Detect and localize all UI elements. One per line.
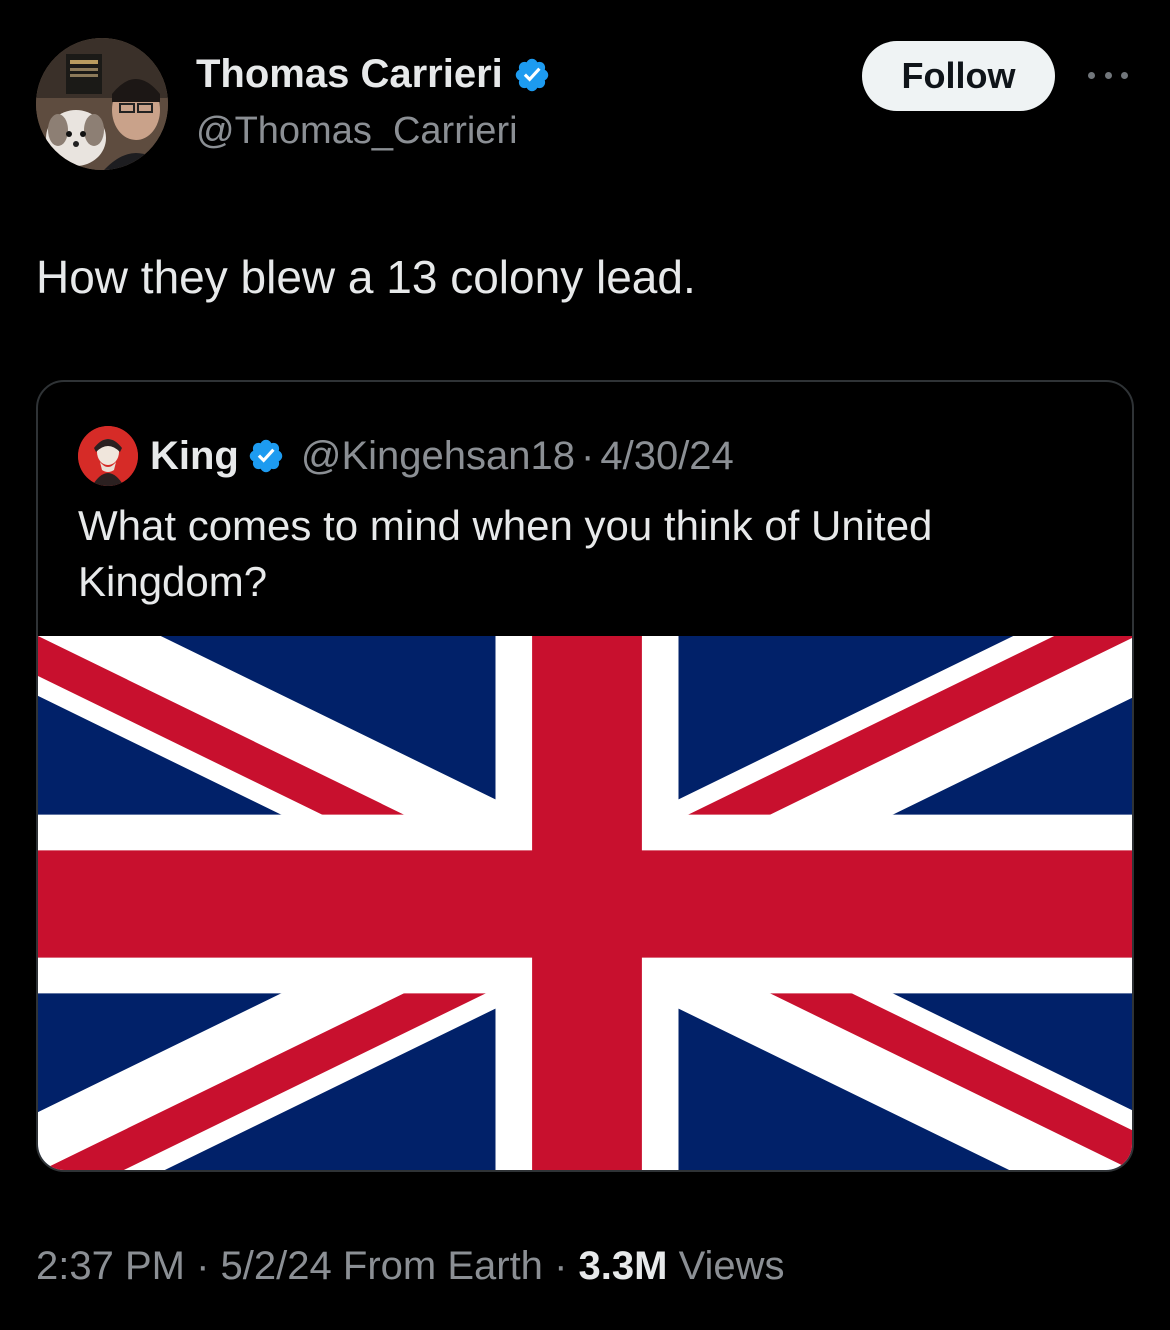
profile-photo-icon (36, 38, 168, 170)
dot-separator: · (196, 1244, 210, 1288)
union-jack-flag-image[interactable] (38, 636, 1134, 1172)
more-dot-icon (1088, 71, 1095, 79)
quoted-author-name[interactable]: King (150, 434, 239, 479)
author-name-label: Thomas Carrieri (196, 52, 503, 96)
king-avatar-icon (78, 426, 138, 486)
tweet-text: How they blew a 13 colony lead. (36, 251, 696, 303)
dot-separator: · (581, 433, 595, 478)
verified-badge-icon (249, 439, 283, 473)
follow-button[interactable]: Follow (862, 41, 1055, 111)
quoted-tweet-date[interactable]: 4/30/24 (600, 434, 733, 479)
tweet-time[interactable]: 2:37 PM (36, 1244, 185, 1288)
tweet-location: From Earth (342, 1244, 543, 1288)
more-options-button[interactable] (1084, 60, 1132, 90)
quoted-tweet-text: What comes to mind when you think of Uni… (78, 502, 933, 605)
dot-separator: · (554, 1244, 568, 1288)
more-dot-icon (1104, 71, 1112, 79)
verified-badge-icon (515, 58, 549, 91)
more-dot-icon (1121, 71, 1128, 79)
quoted-tweet-header: King @Kingehsan18 · 4/30/24 (78, 426, 734, 486)
views-label[interactable]: Views (679, 1244, 785, 1288)
tweet-meta: 2:37 PM · 5/2/24 From Earth · 3.3M Views (36, 1244, 785, 1289)
author-name[interactable]: Thomas Carrieri (196, 52, 551, 97)
quoted-author-handle[interactable]: @Kingehsan18 (301, 434, 575, 479)
quoted-author-avatar[interactable] (78, 426, 138, 486)
author-avatar[interactable] (36, 38, 168, 170)
tweet-date[interactable]: 5/2/24 (221, 1244, 332, 1288)
views-count[interactable]: 3.3M (579, 1244, 668, 1288)
author-handle[interactable]: @Thomas_Carrieri (196, 110, 518, 153)
quoted-tweet-card[interactable]: King @Kingehsan18 · 4/30/24 What comes t… (36, 380, 1134, 1172)
